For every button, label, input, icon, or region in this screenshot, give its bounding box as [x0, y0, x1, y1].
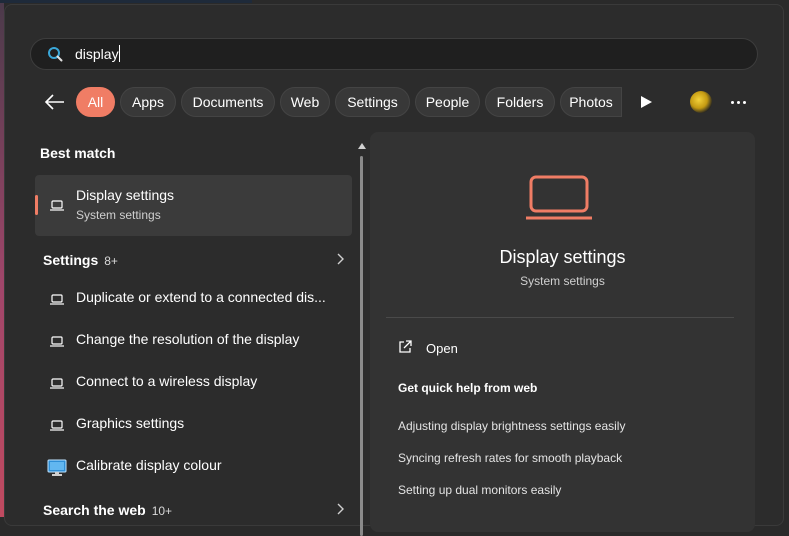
filter-chip-folders[interactable]: Folders [485, 87, 555, 117]
web-count: 10+ [151, 504, 173, 518]
filter-chip-apps[interactable]: Apps [120, 87, 176, 117]
list-item-label: Graphics settings [76, 415, 185, 431]
help-link[interactable]: Adjusting display brightness settings ea… [398, 419, 625, 433]
list-item-wireless-display[interactable]: Connect to a wireless display [35, 363, 352, 403]
avatar[interactable] [690, 91, 712, 113]
list-item-graphics-settings[interactable]: Graphics settings [35, 405, 352, 445]
filter-chip-all[interactable]: All [76, 87, 115, 117]
help-link[interactable]: Setting up dual monitors easily [398, 483, 561, 497]
chevron-right-icon[interactable] [335, 503, 345, 515]
divider [386, 317, 734, 318]
search-box[interactable]: display [30, 38, 758, 70]
chevron-right-icon[interactable] [335, 253, 345, 265]
scrollbar-thumb[interactable] [360, 156, 363, 536]
list-item-change-resolution[interactable]: Change the resolution of the display [35, 321, 352, 361]
search-input[interactable]: display [75, 45, 120, 62]
monitor-color-icon [47, 459, 67, 476]
search-web-heading[interactable]: Search the web 10+ [43, 502, 172, 518]
scroll-up-arrow-icon[interactable] [358, 143, 366, 149]
filter-chip-people[interactable]: People [415, 87, 480, 117]
best-match-item[interactable]: Display settings System settings [35, 175, 352, 236]
list-item-calibrate-colour[interactable]: Calibrate display colour [35, 447, 352, 487]
best-match-subtitle: System settings [76, 208, 161, 222]
quick-help-heading: Get quick help from web [398, 381, 538, 395]
list-item-duplicate-extend[interactable]: Duplicate or extend to a connected dis..… [35, 279, 352, 319]
laptop-icon [50, 378, 64, 389]
text-cursor [118, 45, 120, 62]
play-icon[interactable] [638, 94, 654, 110]
settings-heading[interactable]: Settings 8+ [43, 252, 118, 268]
filter-chip-settings[interactable]: Settings [335, 87, 410, 117]
help-link[interactable]: Syncing refresh rates for smooth playbac… [398, 451, 622, 465]
open-external-icon [399, 340, 412, 353]
list-item-label: Duplicate or extend to a connected dis..… [76, 289, 326, 305]
preview-pane: Display settings System settings Open Ge… [370, 132, 755, 532]
filter-chip-web[interactable]: Web [280, 87, 330, 117]
list-item-label: Change the resolution of the display [76, 331, 300, 347]
search-icon [48, 47, 63, 62]
laptop-icon [50, 294, 64, 305]
laptop-large-icon [526, 175, 592, 220]
open-action[interactable]: Open [386, 332, 734, 364]
best-match-heading: Best match [40, 145, 116, 161]
more-options-icon[interactable] [729, 94, 749, 110]
open-label: Open [426, 341, 458, 356]
selection-indicator [35, 195, 38, 215]
back-arrow-icon[interactable] [40, 91, 68, 113]
laptop-icon [50, 336, 64, 347]
results-scrollbar[interactable] [358, 140, 366, 536]
taskbar-edge [0, 0, 252, 3]
filter-chip-photos[interactable]: Photos [560, 87, 622, 117]
list-item-label: Connect to a wireless display [76, 373, 258, 389]
settings-count: 8+ [104, 254, 118, 268]
preview-subtitle: System settings [520, 274, 605, 288]
laptop-icon [50, 200, 64, 211]
list-item-label: Calibrate display colour [76, 457, 222, 473]
preview-title: Display settings [499, 247, 626, 267]
laptop-icon [50, 420, 64, 431]
filter-chip-documents[interactable]: Documents [181, 87, 275, 117]
best-match-title: Display settings [76, 187, 175, 203]
